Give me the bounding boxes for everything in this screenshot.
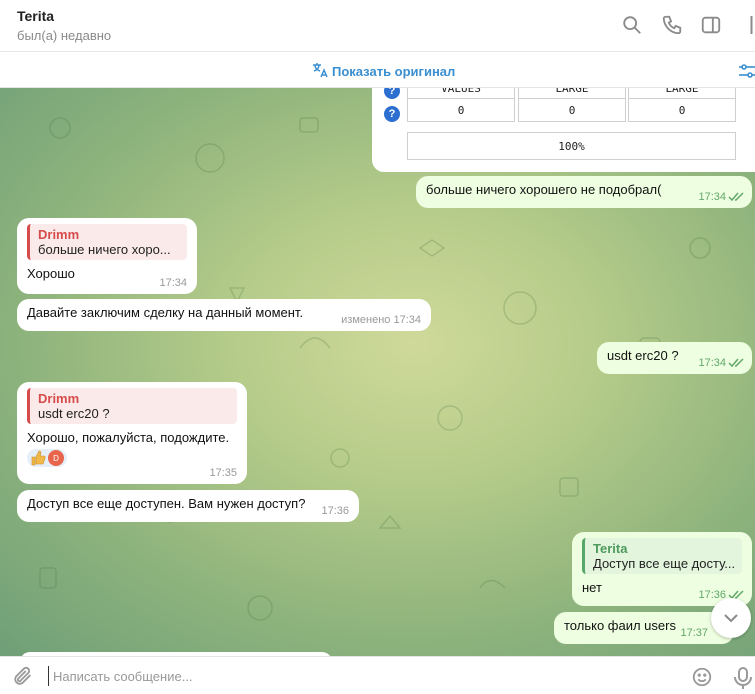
message-time: 17:34 [698,357,726,369]
quote-author: Drimm [38,227,80,242]
message-time: 17:34 [159,277,187,289]
quote-author: Drimm [38,391,80,406]
table-cell: 0 [518,98,626,122]
filter-icon[interactable] [737,61,755,81]
translate-icon [312,62,328,81]
reaction-badge[interactable]: D [27,449,67,467]
message-text: больше ничего хорошего не подобрал( [426,182,662,197]
message-text: только фаил users [564,618,676,633]
message-incoming[interactable]: Drimm usdt erc20 ? Хорошо, пожалуйста, п… [17,382,247,484]
progress-cell: 100% [407,132,736,160]
message-time: 17:36 [321,505,349,517]
help-icon[interactable]: ? [384,88,400,99]
contact-name[interactable]: Terita [17,8,54,24]
reply-quote[interactable]: Drimm больше ничего хоро... [27,224,187,260]
show-original-button[interactable]: Показать оригинал [312,62,455,81]
message-input-bar [0,656,755,694]
message-incoming[interactable]: Давайте заключим сделку на данный момент… [17,299,431,331]
emoji-icon[interactable] [691,666,713,688]
attach-icon[interactable] [12,665,34,687]
message-time: 17:37 [680,627,708,639]
chat-area[interactable]: VALUES LARGE LARGE ? ? 0 0 0 100% больше… [0,88,755,656]
message-time: изменено 17:34 [341,314,421,326]
table-cell: 0 [628,98,736,122]
contact-status: был(а) недавно [17,28,112,43]
message-input[interactable] [48,666,608,686]
quote-text: usdt erc20 ? [38,406,110,421]
message-outgoing[interactable]: usdt erc20 ? 17:34 [597,342,752,374]
message-outgoing[interactable]: больше ничего хорошего не подобрал( 17:3… [416,176,752,208]
table-message: VALUES LARGE LARGE ? ? 0 0 0 100% [372,88,755,172]
message-time: 17:35 [209,467,237,479]
phone-icon[interactable] [661,14,683,36]
read-ticks-icon [728,358,744,368]
help-icon[interactable]: ? [384,106,400,122]
message-text: Хорошо, пожалуйста, подождите. [27,430,230,445]
sidebar-toggle-icon[interactable] [700,14,722,36]
thumbs-up-icon [31,450,46,466]
quote-text: больше ничего хоро... [38,242,171,257]
message-outgoing[interactable]: только фаил users 17:37 [554,612,734,644]
table-cell: 0 [407,98,515,122]
search-icon[interactable] [621,14,643,36]
reaction-avatar: D [48,450,64,466]
message-text: Доступ все еще доступен. Вам нужен досту… [27,496,306,511]
message-time: 17:34 [698,191,726,203]
translate-bar: Показать оригинал [0,52,755,88]
read-ticks-icon [728,192,744,202]
message-incoming[interactable]: Доступ все еще доступен. Вам нужен досту… [17,490,359,522]
message-text: Давайте заключим сделку на данный момент… [27,305,304,320]
chevron-down-icon [724,614,738,623]
message-outgoing[interactable]: Terita Доступ все еще досту... нет 17:36 [572,532,752,606]
microphone-icon[interactable] [733,666,753,689]
chat-header: Terita был(а) недавно [0,0,755,52]
message-text: usdt erc20 ? [607,348,679,363]
reply-quote[interactable]: Drimm usdt erc20 ? [27,388,237,424]
reply-quote[interactable]: Terita Доступ все еще досту... [582,538,742,574]
show-original-label: Показать оригинал [332,64,456,79]
quote-text: Доступ все еще досту... [593,556,736,571]
quote-author: Terita [593,541,628,556]
message-incoming[interactable]: Drimm больше ничего хоро... Хорошо 17:34 [17,218,197,294]
scroll-down-button[interactable] [711,598,751,638]
more-icon[interactable] [740,14,755,36]
